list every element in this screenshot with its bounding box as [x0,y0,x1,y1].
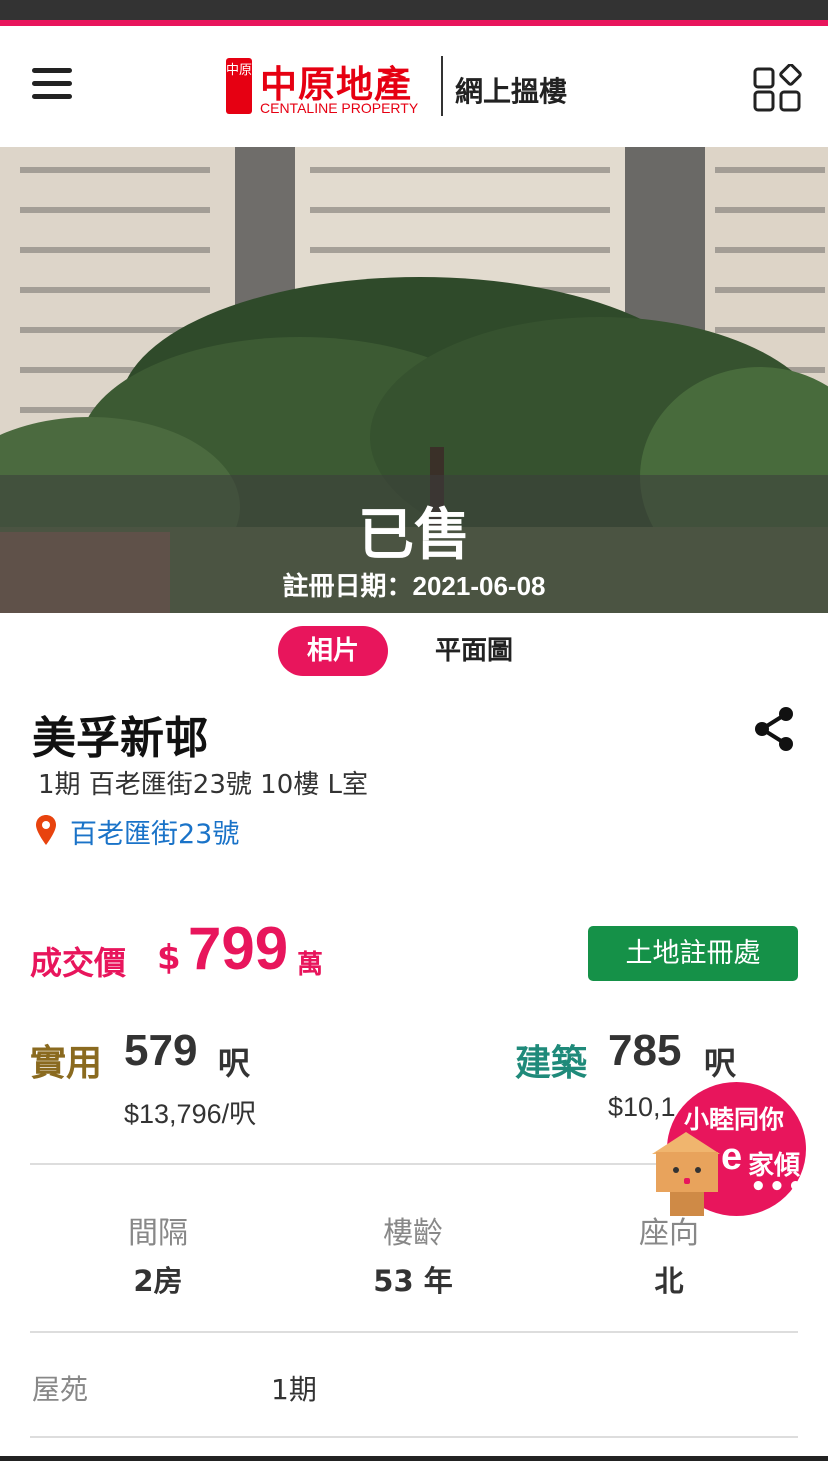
sold-status: 已售 [358,503,470,568]
estate-label: 屋苑 [32,1373,89,1406]
layout-value: 2房 [133,1264,183,1298]
chat-dots: ••• [750,1172,806,1202]
logo-subtitle: CENTALINE PROPERTY [260,100,419,116]
logo-seal: 中原 [226,58,252,114]
orientation-value: 北 [654,1264,684,1298]
layout-label: 間隔 [128,1216,188,1251]
gross-area-value: 785 [608,1026,682,1075]
building-age-value: 53 年 [373,1264,453,1298]
divider [30,1331,798,1333]
logo-slogan: 網上搵樓 [455,75,568,108]
apps-grid-icon[interactable] [752,64,806,114]
price-value: 799 [188,915,289,982]
saleable-area-value: 579 [124,1026,198,1075]
share-icon[interactable] [750,704,798,754]
property-address: 1期 百老匯街23號 10樓 L室 [38,770,368,800]
saleable-area-label: 實用 [30,1043,103,1084]
divider [30,1436,798,1438]
chat-label-line1: 小睦同你 [684,1105,785,1134]
building-age-label: 樓齡 [383,1216,443,1251]
app-header: 中原 中原地產 CENTALINE PROPERTY 網上搵樓 [0,26,828,147]
logo-divider [441,56,443,116]
tab-floorplan[interactable]: 平面圖 [416,626,532,676]
saleable-price-per-sqft: $13,796/呎 [124,1099,257,1129]
price-unit: 萬 [297,950,324,980]
price-currency: $ [157,938,181,978]
map-link[interactable]: 百老匯街23號 [70,812,239,851]
chat-e-letter: e [721,1136,743,1178]
gross-area-label: 建築 [515,1043,588,1084]
tab-photos[interactable]: 相片 [278,626,388,676]
price-label: 成交價 [30,944,127,982]
mascot-icon [652,1132,720,1216]
hamburger-menu-icon[interactable] [32,68,72,100]
bottom-bar [0,1456,828,1461]
land-registry-button[interactable]: 土地註冊處 [588,926,798,981]
map-pin-icon [36,815,56,845]
saleable-area-unit: 呎 [218,1044,251,1082]
media-tabs: 相片 平面圖 [0,626,828,678]
property-title: 美孚新邨 [32,713,208,764]
gross-area-unit: 呎 [704,1044,737,1082]
gross-price-per-sqft: $10,1 [608,1092,676,1122]
estate-value: 1期 [271,1373,317,1406]
register-date: 註冊日期：2021-06-08 [282,571,546,601]
status-bar [0,0,828,20]
